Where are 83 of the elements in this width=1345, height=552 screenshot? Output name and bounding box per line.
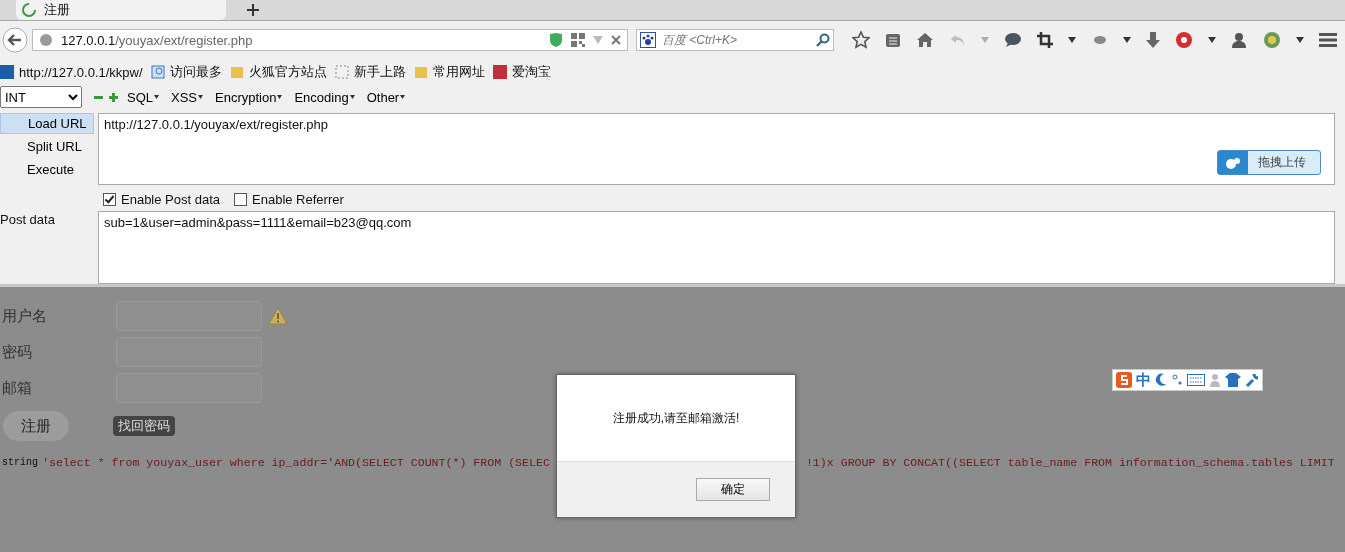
user-icon [1209, 373, 1221, 387]
caret-icon[interactable] [1068, 37, 1077, 43]
action-button[interactable]: Split URL [0, 136, 94, 157]
close-icon[interactable] [611, 35, 621, 45]
upload-button[interactable]: 拖拽上传 [1217, 150, 1321, 175]
encoding-select[interactable]: INT [0, 86, 82, 108]
folder-icon [413, 65, 428, 79]
wrench-icon [1245, 373, 1259, 387]
address-field[interactable]: 127.0.0.1/youyax/ext/register.php [32, 29, 628, 51]
post-data-label: Post data [0, 211, 56, 229]
menu-dropdown[interactable]: Encryption [212, 89, 286, 105]
folder-icon [229, 65, 244, 79]
addon-icon[interactable] [1175, 31, 1194, 49]
menu-dropdown[interactable]: Encoding [291, 89, 358, 105]
plus-icon[interactable] [109, 92, 118, 102]
tab-title: 注册 [44, 1, 70, 19]
shield-icon [549, 32, 563, 48]
moon-icon [1155, 373, 1167, 387]
menu-icon[interactable] [1319, 33, 1337, 47]
action-button[interactable]: Execute [0, 159, 94, 180]
star-icon[interactable] [852, 31, 870, 49]
caret-icon [400, 95, 406, 99]
site-icon [0, 65, 14, 79]
caret-icon[interactable] [1208, 37, 1217, 43]
browser-tab[interactable]: 注册 [16, 0, 226, 20]
search-bar[interactable]: 百度 <Ctrl+K> [636, 29, 834, 51]
field-label: 邮箱 [1, 378, 33, 398]
sql-text: 'select * from youyax_user where ip_addr='AND(SELECT COUNT(*) FROM (SELEC [42, 456, 550, 469]
new-tab-icon[interactable] [246, 3, 260, 17]
crop-icon[interactable] [1037, 32, 1054, 48]
search-icon[interactable] [816, 33, 830, 47]
caret-icon [277, 95, 283, 99]
action-button[interactable]: Load URL [0, 113, 94, 134]
menu-dropdown[interactable]: Other [363, 89, 409, 105]
post-data-textarea[interactable]: sub=1&user=admin&pass=1111&email=b23@qq.com [98, 211, 1335, 284]
reading-list-icon[interactable] [885, 32, 902, 48]
input-mode-label: 中 [1136, 370, 1151, 390]
download-icon[interactable] [1145, 32, 1160, 48]
checkbox-label[interactable]: Enable Referrer [252, 191, 344, 207]
keyboard-icon [1187, 374, 1205, 386]
blank-page-icon [334, 65, 349, 79]
checkbox[interactable] [103, 192, 116, 206]
field-label: 用户名 [1, 306, 48, 326]
home-icon[interactable] [916, 32, 935, 48]
paw-icon [640, 32, 656, 48]
bookmark-item[interactable]: 火狐官方站点 [229, 63, 327, 81]
ime-toolbar[interactable]: 中 [1112, 369, 1263, 391]
badge-icon[interactable] [1262, 31, 1281, 49]
shirt-icon [1225, 373, 1241, 387]
caret-icon [154, 95, 159, 99]
magnifier-page-icon [150, 65, 165, 79]
back-icon[interactable] [2, 27, 28, 53]
loading-icon [22, 3, 36, 17]
user-icon[interactable] [1231, 32, 1248, 48]
caret-icon[interactable] [1122, 37, 1131, 43]
bookmark-item[interactable]: 访问最多 [150, 63, 222, 81]
url-text: 127.0.0.1/youyax/ext/register.php [61, 32, 254, 48]
ok-button[interactable]: 确定 [696, 478, 770, 501]
caret-icon [198, 95, 204, 99]
speech-bubble-icon[interactable] [1003, 32, 1022, 48]
menu-dropdown[interactable]: XSS [168, 89, 207, 105]
bookmark-item[interactable]: 爱淘宝 [492, 63, 551, 81]
menu-dropdown[interactable]: SQL [124, 89, 162, 105]
site-icon [492, 65, 507, 79]
caret-icon [349, 95, 355, 99]
caret-icon[interactable] [1295, 37, 1304, 43]
qr-code-icon[interactable] [571, 33, 585, 47]
sql-text: !1)x GROUP BY CONCAT((SELECT table_name FROM information_schema.tables LIMIT [805, 456, 1335, 469]
search-field[interactable]: 百度 <Ctrl+K> [660, 32, 812, 48]
url-value: http://127.0.0.1/youyax/ext/register.php [104, 117, 329, 132]
sogou-icon [1116, 372, 1132, 388]
checkbox[interactable] [234, 192, 248, 206]
checkbox-label[interactable]: Enable Post data [121, 191, 221, 207]
debug-type-label: string [2, 457, 38, 468]
field-label: 密码 [1, 342, 33, 362]
bookmark-item[interactable]: 常用网址 [413, 63, 485, 81]
recover-password-link[interactable]: 找回密码 [113, 416, 175, 436]
register-button[interactable]: 注册 [3, 411, 69, 441]
url-textarea[interactable]: http://127.0.0.1/youyax/ext/register.php 拖拽上传 [98, 113, 1335, 185]
bookmark-item[interactable]: 新手上路 [334, 63, 406, 81]
bookmark-item[interactable]: http://127.0.0.1/kkpw/ [0, 64, 143, 80]
punctuation-icon [1171, 373, 1183, 387]
dialog-message: 注册成功,请至邮箱激活! [611, 409, 741, 427]
